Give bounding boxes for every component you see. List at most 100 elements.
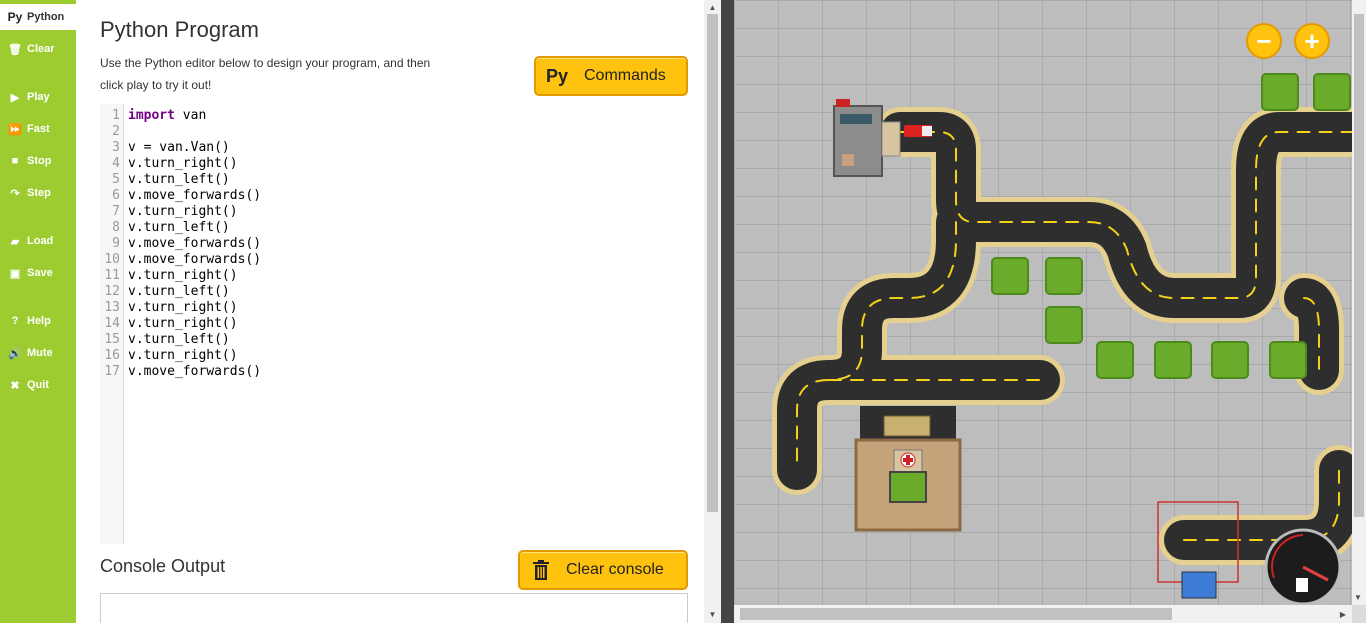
road-map-svg (772, 73, 1352, 605)
code-line[interactable]: v.move_forwards() (128, 252, 261, 268)
code-line[interactable]: v.turn_right() (128, 156, 238, 172)
sidebar-item-clear[interactable]: 🗑 Clear (0, 36, 76, 62)
line-number: 7 (112, 204, 120, 219)
destination-van (1181, 571, 1217, 599)
line-number: 2 (112, 124, 120, 139)
map-horizontal-scrollbar-thumb[interactable] (740, 608, 1172, 620)
stop-icon: ■ (11, 155, 19, 167)
code-line[interactable]: import van (128, 108, 206, 124)
code-text: v.turn_right() (128, 268, 238, 283)
scroll-up-arrow-icon[interactable]: ▲ (704, 0, 721, 14)
scrollbar-corner (1352, 605, 1366, 623)
line-number: 4 (112, 156, 120, 171)
sidebar-item-label: Stop (27, 155, 52, 167)
sidebar-item-label: Mute (27, 347, 53, 359)
scroll-right-arrow-icon[interactable]: ▶ (1336, 607, 1350, 621)
code-line[interactable]: v.turn_left() (128, 284, 230, 300)
van (904, 125, 932, 137)
python-icon: Py (7, 10, 23, 24)
line-number: 17 (104, 364, 120, 379)
sidebar-item-label: Quit (27, 379, 49, 391)
code-line[interactable]: v.turn_right() (128, 348, 238, 364)
line-number: 8 (112, 220, 120, 235)
scroll-down-arrow-icon[interactable]: ▼ (704, 607, 721, 621)
map-vertical-scrollbar-thumb[interactable] (1354, 14, 1364, 517)
close-icon: ✖ (10, 379, 20, 392)
code-line[interactable]: v.move_forwards() (128, 188, 261, 204)
sidebar-item-label: Clear (27, 43, 55, 55)
code-text: v.turn_right() (128, 300, 238, 315)
hospital-building (854, 406, 962, 532)
line-number: 5 (112, 172, 120, 187)
python-icon: Py (546, 65, 569, 86)
sidebar-item-step[interactable]: ↷ Step (0, 180, 76, 206)
line-number: 15 (104, 332, 120, 347)
code-text: v.turn_right() (128, 156, 238, 171)
sidebar-item-fast[interactable]: ⏩ Fast (0, 116, 76, 142)
tree (1313, 73, 1351, 111)
sidebar-item-quit[interactable]: ✖ Quit (0, 372, 76, 398)
code-line[interactable]: v.move_forwards() (128, 236, 261, 252)
code-keyword: import (128, 108, 175, 123)
clear-console-button[interactable]: Clear console (518, 550, 688, 590)
folder-icon: ▰ (10, 235, 20, 248)
code-line[interactable]: v.move_forwards() (128, 364, 261, 380)
line-number: 10 (104, 252, 120, 267)
panel-divider[interactable] (721, 0, 734, 623)
scroll-down-arrow-icon[interactable]: ▼ (1351, 590, 1365, 604)
editor-panel: Python Program Use the Python editor bel… (76, 0, 704, 623)
step-icon: ↷ (10, 187, 20, 200)
sidebar-item-help[interactable]: ? Help (0, 308, 76, 334)
game-map: − + (734, 0, 1352, 605)
zoom-out-button[interactable]: − (1246, 23, 1282, 59)
sidebar-item-python[interactable]: Py Python (0, 4, 76, 30)
save-icon: ▣ (9, 267, 21, 280)
code-text: v.turn_left() (128, 220, 230, 235)
code-line[interactable]: v = van.Van() (128, 140, 230, 156)
code-text: v.turn_right() (128, 316, 238, 331)
sidebar-item-play[interactable]: ▶ Play (0, 84, 76, 110)
sidebar-item-mute[interactable]: 🔊 Mute (0, 340, 76, 366)
code-text: v.turn_left() (128, 172, 230, 187)
help-icon: ? (11, 315, 19, 327)
fuel-gauge (1264, 528, 1342, 605)
sidebar-item-label: Python (27, 11, 65, 23)
app-root: Py Python 🗑 Clear ▶ Play ⏩ Fast ■ Stop ↷ Step ▰ Load ▣… (0, 0, 1366, 623)
tree (1211, 341, 1249, 379)
line-number: 1 (112, 108, 120, 123)
code-line[interactable]: v.turn_right() (128, 268, 238, 284)
code-line[interactable]: v.turn_left() (128, 332, 230, 348)
trash-icon (530, 559, 552, 581)
sidebar-item-save[interactable]: ▣ Save (0, 260, 76, 286)
code-text: v.turn_left() (128, 332, 230, 347)
commands-button[interactable]: Py Commands (534, 56, 688, 96)
code-line[interactable]: v.turn_left() (128, 220, 230, 236)
code-line[interactable]: v.turn_right() (128, 204, 238, 220)
editor-scrollbar-thumb[interactable] (707, 14, 718, 512)
code-line[interactable]: v.turn_right() (128, 316, 238, 332)
code-line[interactable]: v.turn_right() (128, 300, 238, 316)
sidebar-item-load[interactable]: ▰ Load (0, 228, 76, 254)
zoom-in-button[interactable]: + (1294, 23, 1330, 59)
code-text: v.move_forwards() (128, 188, 262, 203)
code-text: v.move_forwards() (128, 236, 262, 251)
editor-scrollbar[interactable]: ▲ ▼ (704, 0, 721, 623)
line-number: 11 (104, 268, 120, 283)
code-text: v.turn_right() (128, 348, 238, 363)
code-text: v.turn_left() (128, 284, 230, 299)
clear-console-label: Clear console (566, 561, 664, 578)
code-text: v.move_forwards() (128, 364, 262, 379)
code-line[interactable]: v.turn_left() (128, 172, 230, 188)
console-title: Console Output (100, 556, 226, 576)
line-number-gutter: 1 2 3 4 5 6 7 8 9 10 11 12 13 14 15 16 17 (100, 104, 124, 544)
map-vertical-scrollbar[interactable]: ▼ (1352, 0, 1366, 605)
code-editor[interactable]: 1 2 3 4 5 6 7 8 9 10 11 12 13 14 15 16 17 import van v = … (100, 104, 688, 544)
sidebar-item-label: Play (27, 91, 50, 103)
sidebar-item-label: Save (27, 267, 53, 279)
map-horizontal-scrollbar[interactable]: ▶ (734, 605, 1352, 623)
code-text: van (174, 108, 207, 123)
line-number: 12 (104, 284, 120, 299)
sidebar-item-stop[interactable]: ■ Stop (0, 148, 76, 174)
tree (1096, 341, 1134, 379)
console-output (100, 593, 688, 623)
